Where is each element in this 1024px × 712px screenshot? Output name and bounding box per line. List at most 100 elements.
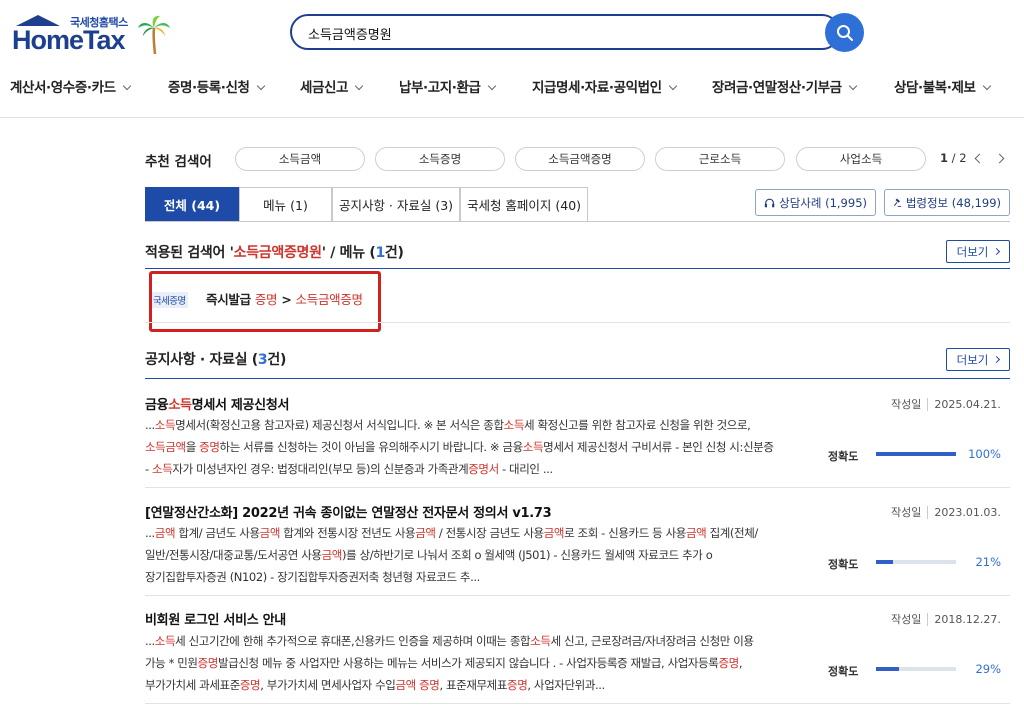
chevron-right-icon	[993, 247, 1001, 256]
gnb-item-payment[interactable]: 납부·고지·환급	[399, 76, 496, 96]
gnb-item-consult[interactable]: 상담·불복·제보	[894, 76, 991, 96]
search-box	[290, 14, 840, 50]
notice-more-button[interactable]: 더보기	[946, 348, 1010, 371]
accuracy-fill	[876, 452, 956, 456]
title-text: 공지사항 · 자료실 (	[145, 352, 258, 368]
title-text: ' / 메뉴 (	[321, 245, 376, 261]
header: 국세청홈택스 HomeTax	[0, 0, 1024, 66]
recommended-label: 추천 검색어	[145, 154, 212, 170]
recommended-keyword[interactable]: 근로소득	[655, 147, 785, 171]
accuracy-label: 정확도	[828, 450, 859, 463]
date-value: 2018.12.27.	[927, 613, 1001, 626]
recommended-keyword[interactable]: 소득금액증명	[515, 147, 645, 171]
gnb-item-invoice[interactable]: 계산서·영수증·카드	[10, 76, 131, 96]
item-divider	[145, 487, 1010, 488]
section-divider	[145, 378, 1010, 379]
snippet-line: 부가가치세 과세표준증명, 부가가치세 면세사업자 수입금액 증명, 표준재무제…	[145, 678, 605, 692]
gnb-label: 장려금·연말정산·기부금	[712, 80, 842, 96]
date-value: 2025.04.21.	[927, 398, 1001, 411]
tab-menu[interactable]: 메뉴 (1)	[239, 187, 332, 221]
date-label: 작성일	[891, 398, 922, 411]
tab-nts-homepage[interactable]: 국세청 홈페이지 (40)	[460, 187, 588, 221]
notice-title-link[interactable]: 금융소득명세서 제공신청서	[145, 394, 289, 413]
search-button[interactable]	[825, 13, 864, 52]
notice-title-link[interactable]: 비회원 로그인 서비스 안내	[145, 609, 286, 628]
search-icon	[836, 24, 853, 41]
menu-more-button[interactable]: 더보기	[946, 240, 1010, 263]
search-keyword: 소득금액증명원	[233, 245, 322, 261]
section-divider	[145, 322, 1010, 323]
gnb-label: 상담·불복·제보	[894, 80, 976, 96]
snippet-line: 소득금액을 증명하는 서류를 신청하는 것이 아님을 유의해주시기 바랍니다. …	[145, 440, 774, 454]
result-count: 3	[257, 352, 268, 368]
snippet-line: - 소득자가 미성년자인 경우: 법정대리인(부모 등)의 신분증과 가족관계증…	[145, 462, 553, 476]
title-text: 건)	[384, 245, 404, 261]
date-label: 작성일	[891, 613, 922, 626]
chevron-down-icon	[982, 81, 991, 91]
item-divider	[145, 595, 1010, 596]
gnb-item-incentive[interactable]: 장려금·연말정산·기부금	[712, 76, 857, 96]
title-text: 적용된 검색어 '	[145, 245, 234, 261]
chevron-right-icon	[993, 355, 1001, 364]
recommended-keyword[interactable]: 사업소득	[796, 147, 926, 171]
tab-all[interactable]: 전체 (44)	[145, 187, 239, 221]
chevron-right-icon[interactable]	[994, 153, 1005, 164]
chevron-down-icon	[256, 81, 265, 91]
notice-snippet: ...금액 합계/ 금년도 사용금액 합계와 전통시장 전년도 사용금액 / 전…	[145, 522, 810, 588]
accuracy-bar	[876, 667, 956, 671]
section-divider	[145, 268, 1010, 269]
title-text: 명세서 제공신청서	[191, 398, 290, 413]
notice-title-link[interactable]: [연말정산간소화] 2022년 귀속 종이없는 연말정산 전자문서 정의서 v1…	[145, 502, 552, 521]
result-count: 1	[375, 245, 385, 261]
date-value: 2023.01.03.	[927, 506, 1001, 519]
snippet-line: ...금액 합계/ 금년도 사용금액 합계와 전통시장 전년도 사용금액 / 전…	[145, 526, 758, 540]
header-divider	[0, 117, 1024, 118]
accuracy-bar	[876, 452, 956, 456]
title-text: 건)	[267, 352, 287, 368]
snippet-line: 일반/전통시장/대중교통/도서공연 사용금액)를 상/하반기로 나눠서 조회 o…	[145, 548, 713, 562]
law-info-label: 법령정보 (48,199)	[905, 195, 1001, 210]
date-label: 작성일	[891, 506, 922, 519]
chevron-down-icon	[354, 81, 364, 91]
gnb-label: 세금신고	[300, 80, 349, 96]
chevron-down-icon	[668, 81, 677, 91]
chevron-down-icon	[122, 81, 131, 91]
title-text: 금융	[145, 398, 169, 413]
item-divider	[145, 703, 1010, 704]
accuracy-value: 21%	[975, 555, 1001, 569]
snippet-line: 장기집합투자증권 (N102) - 장기집합투자증권저축 청년형 자료코드 추.…	[145, 570, 480, 584]
recommended-keyword[interactable]: 소득금액	[235, 147, 365, 171]
accuracy-label: 정확도	[828, 558, 859, 571]
notice-date: 작성일 2023.01.03.	[891, 504, 1001, 520]
notice-date: 작성일 2018.12.27.	[891, 611, 1001, 627]
notice-snippet: ...소득명세서(확정신고용 참고자료) 제공신청서 서식입니다. ※ 본 서식…	[145, 414, 810, 480]
more-label: 더보기	[956, 352, 989, 367]
search-input[interactable]	[308, 23, 808, 43]
gnb-item-statement[interactable]: 지급명세·자료·공익법인	[532, 76, 677, 96]
hometax-logo[interactable]: 국세청홈택스 HomeTax	[12, 14, 172, 55]
headset-icon	[764, 198, 775, 207]
notice-date: 작성일 2025.04.21.	[891, 396, 1001, 412]
chevron-down-icon	[487, 81, 496, 91]
chevron-left-icon[interactable]	[974, 153, 985, 164]
main-navigation: 계산서·영수증·카드 증명·등록·신청 세금신고 납부·고지·환급 지급명세·자…	[0, 70, 1024, 102]
gnb-item-tax-return[interactable]: 세금신고	[300, 76, 364, 96]
consult-cases-button[interactable]: 상담사례 (1,995)	[755, 189, 876, 216]
tabs-divider	[145, 221, 1010, 222]
gavel-icon	[893, 198, 902, 207]
accuracy-label: 정확도	[828, 665, 859, 678]
accuracy-bar	[876, 560, 956, 564]
gnb-label: 지급명세·자료·공익법인	[532, 80, 662, 96]
accuracy-fill	[876, 667, 900, 671]
page-total: / 2	[951, 151, 967, 165]
tab-notice[interactable]: 공지사항 · 자료실 (3)	[332, 187, 460, 221]
snippet-line: ...소득세 신고기간에 한해 추가적으로 휴대폰,신용카드 인증을 제공하며 …	[145, 634, 754, 648]
palm-tree-icon	[138, 15, 170, 54]
recommended-keyword[interactable]: 소득증명	[375, 147, 505, 171]
gnb-item-certificate[interactable]: 증명·등록·신청	[168, 76, 265, 96]
title-highlight: 소득	[168, 398, 192, 413]
law-info-button[interactable]: 법령정보 (48,199)	[884, 189, 1010, 216]
menu-section-title: 적용된 검색어 '소득금액증명원' / 메뉴 (1건)	[145, 242, 404, 262]
more-label: 더보기	[956, 244, 989, 259]
gnb-label: 납부·고지·환급	[399, 80, 481, 96]
